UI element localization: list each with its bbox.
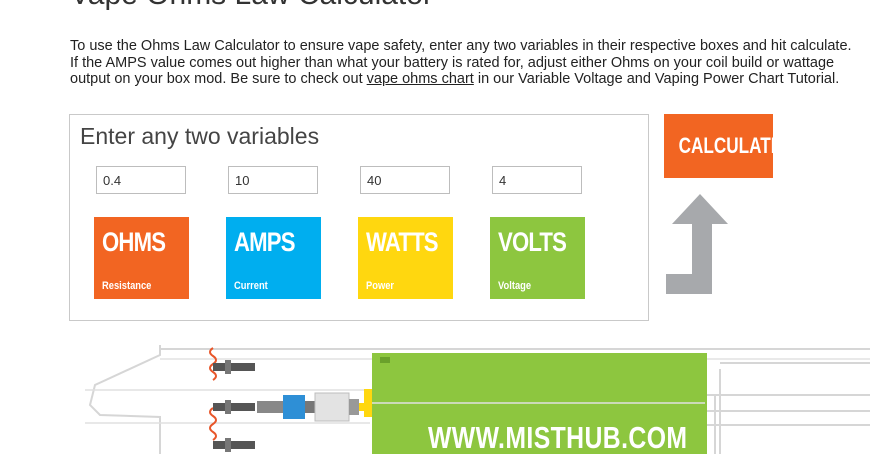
amps-tile: AMPS Current bbox=[226, 217, 321, 299]
ohms-input[interactable] bbox=[96, 166, 186, 194]
amps-tile-label: AMPS bbox=[234, 227, 296, 257]
intro-text-end: in our Variable Voltage and Vaping Power… bbox=[473, 71, 840, 87]
watts-tile-label: WATTS bbox=[366, 227, 439, 257]
amps-input[interactable] bbox=[228, 166, 318, 194]
volts-tile-label: VOLTS bbox=[498, 227, 567, 257]
ohms-tile: OHMS Resistance bbox=[94, 217, 189, 299]
ohms-tile-sublabel: Resistance bbox=[102, 280, 152, 292]
watts-tile-sublabel: Power bbox=[366, 280, 395, 292]
calculate-button-label: CALCULATE bbox=[678, 133, 783, 158]
volts-input[interactable] bbox=[492, 166, 582, 194]
watts-tile: WATTS Power bbox=[358, 217, 453, 299]
volts-tile: VOLTS Voltage bbox=[490, 217, 585, 299]
calculate-button[interactable]: CALCULATE bbox=[664, 114, 782, 178]
amps-tile-sublabel: Current bbox=[234, 280, 268, 292]
brand-text: WWW.MISTHUB.COM bbox=[428, 420, 688, 455]
ohms-tile-label: OHMS bbox=[102, 227, 166, 257]
vape-ohms-chart-link[interactable]: vape ohms chart bbox=[367, 71, 474, 87]
calculator-heading: Enter any two variables bbox=[80, 123, 320, 149]
calculator-panel: Enter any two variables OHMS Resistance … bbox=[69, 114, 649, 321]
intro-paragraph: To use the Ohms Law Calculator to ensure… bbox=[70, 38, 860, 88]
watts-input[interactable] bbox=[360, 166, 450, 194]
volts-tile-sublabel: Voltage bbox=[498, 280, 532, 292]
arrow-up-icon bbox=[666, 194, 728, 294]
page-title: Vape Ohms Law Calculator bbox=[70, 0, 433, 12]
